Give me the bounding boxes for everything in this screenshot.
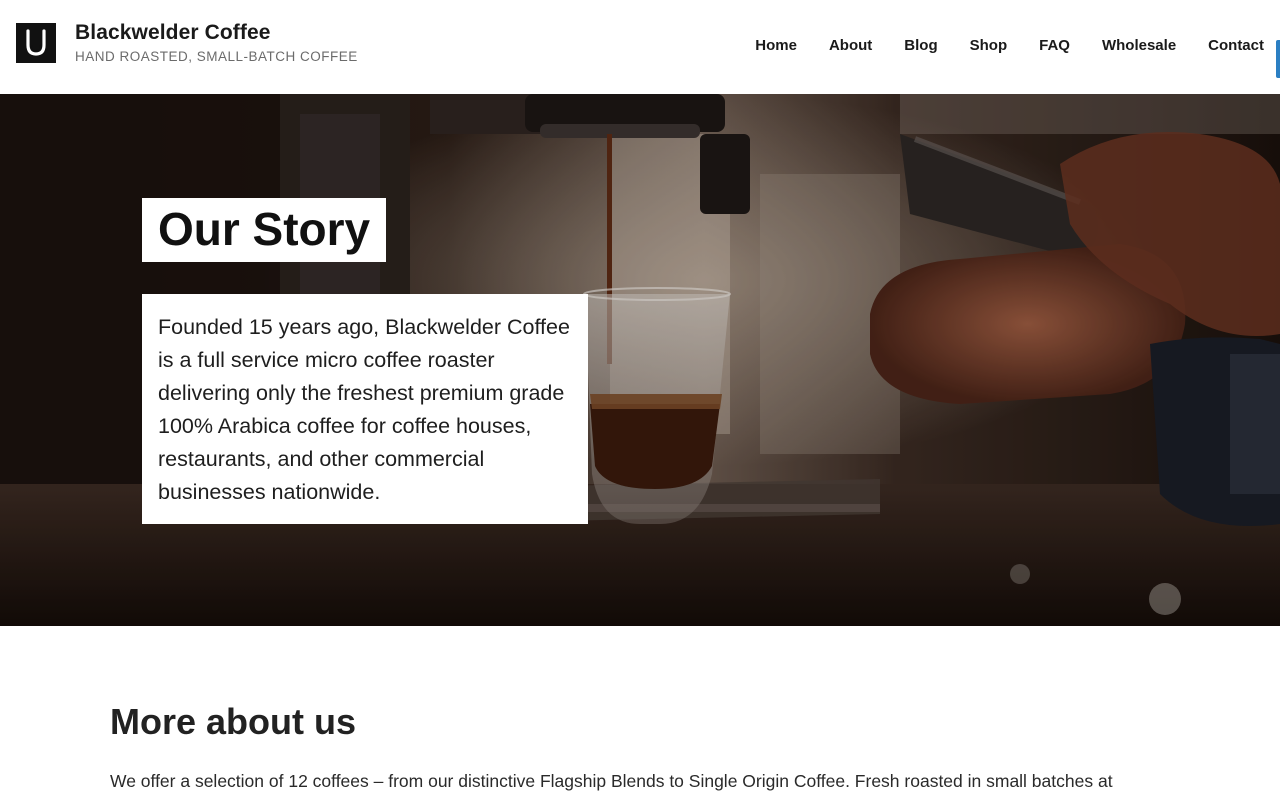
nav-link-faq[interactable]: FAQ <box>1023 36 1086 56</box>
hero-title-box: Our Story <box>142 198 387 262</box>
nav-link-about[interactable]: About <box>813 36 888 56</box>
site-logo[interactable] <box>16 23 56 63</box>
main-content: More about us We offer a selection of 12… <box>110 700 1170 795</box>
site-tagline: HAND ROASTED, SMALL-BATCH COFFEE <box>75 49 358 64</box>
nav-link-blog[interactable]: Blog <box>888 36 953 56</box>
nav-link-wholesale[interactable]: Wholesale <box>1086 36 1192 56</box>
hero-section: Our Story Founded 15 years ago, Blackwel… <box>0 94 1280 626</box>
main-nav: Home About Blog Shop FAQ Wholesale Conta… <box>739 36 1264 56</box>
section-body: We offer a selection of 12 coffees – fro… <box>110 771 1113 791</box>
hero-title: Our Story <box>158 203 371 255</box>
brand: Blackwelder Coffee HAND ROASTED, SMALL-B… <box>75 20 358 66</box>
nav-link-home[interactable]: Home <box>739 36 813 56</box>
side-panel-tab[interactable] <box>1276 40 1280 78</box>
hero-text-box: Founded 15 years ago, Blackwelder Coffee… <box>142 294 588 524</box>
horseshoe-icon <box>16 23 56 63</box>
hero-description: Founded 15 years ago, Blackwelder Coffee… <box>158 315 570 504</box>
site-title[interactable]: Blackwelder Coffee <box>75 20 358 46</box>
nav-link-contact[interactable]: Contact <box>1192 36 1264 56</box>
site-header: Blackwelder Coffee HAND ROASTED, SMALL-B… <box>0 0 1280 94</box>
nav-link-shop[interactable]: Shop <box>954 36 1024 56</box>
section-heading: More about us <box>110 701 357 742</box>
